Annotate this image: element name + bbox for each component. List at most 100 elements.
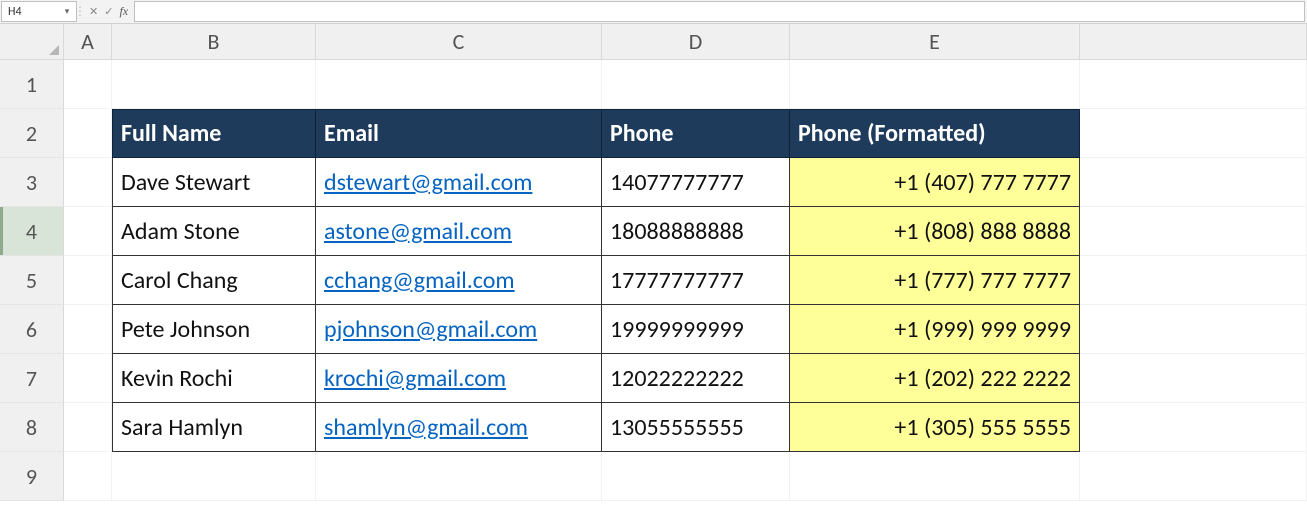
column-header-E[interactable]: E [790,24,1080,59]
chevron-down-icon[interactable]: ▾ [60,4,74,19]
col-label: E [929,28,940,55]
data-cell-phone[interactable]: 14077777777 [602,158,790,207]
data-cell-name[interactable]: Pete Johnson [112,305,316,354]
cell[interactable] [64,109,112,158]
cell[interactable] [316,60,602,109]
row-header[interactable]: 7 [0,354,64,403]
cell[interactable] [790,452,1080,501]
select-all-triangle[interactable] [0,24,64,59]
row-label: 7 [26,365,37,392]
cell[interactable] [1080,109,1307,158]
cell[interactable] [316,452,602,501]
data-cell-phone-formatted[interactable]: +1 (777) 777 7777 [790,256,1080,305]
row-label: 1 [26,71,37,98]
fx-icon[interactable]: fx [119,4,128,19]
data-cell-name[interactable]: Sara Hamlyn [112,403,316,452]
header-cell-name[interactable]: Full Name [112,109,316,158]
header-text: Phone (Formatted) [798,119,986,148]
data-cell-name[interactable]: Dave Stewart [112,158,316,207]
row-label: 9 [26,463,37,490]
col-label: A [81,28,94,55]
row-header[interactable]: 6 [0,305,64,354]
email-link[interactable]: shamlyn@gmail.com [324,413,528,442]
cell[interactable] [602,452,790,501]
cell[interactable] [602,60,790,109]
cell-text: +1 (999) 999 9999 [894,315,1071,344]
row-7: 7 Kevin Rochi krochi@gmail.com 120222222… [0,354,1307,403]
row-header[interactable]: 3 [0,158,64,207]
header-cell-email[interactable]: Email [316,109,602,158]
row-header-active[interactable]: 4 [0,207,64,256]
data-cell-phone[interactable]: 13055555555 [602,403,790,452]
cell-text: Sara Hamlyn [121,413,243,442]
cell[interactable] [1080,403,1307,452]
row-header[interactable]: 8 [0,403,64,452]
row-header[interactable]: 2 [0,109,64,158]
column-header-A[interactable]: A [64,24,112,59]
data-cell-phone[interactable]: 12022222222 [602,354,790,403]
data-cell-name[interactable]: Carol Chang [112,256,316,305]
row-header[interactable]: 9 [0,452,64,501]
cell[interactable] [1080,256,1307,305]
data-cell-phone-formatted[interactable]: +1 (305) 555 5555 [790,403,1080,452]
cell[interactable] [112,452,316,501]
column-header-D[interactable]: D [602,24,790,59]
formula-input[interactable] [134,1,1305,22]
cell-text: Dave Stewart [121,168,250,197]
cell[interactable] [1080,452,1307,501]
email-link[interactable]: dstewart@gmail.com [324,168,532,197]
cell[interactable] [1080,60,1307,109]
data-cell-email[interactable]: dstewart@gmail.com [316,158,602,207]
cell[interactable] [64,256,112,305]
cancel-icon[interactable]: ✕ [89,5,98,18]
header-text: Full Name [121,119,221,148]
cell[interactable] [112,60,316,109]
data-cell-email[interactable]: krochi@gmail.com [316,354,602,403]
cell[interactable] [64,158,112,207]
row-header[interactable]: 5 [0,256,64,305]
row-header[interactable]: 1 [0,60,64,109]
email-link[interactable]: pjohnson@gmail.com [324,315,537,344]
cell[interactable] [1080,305,1307,354]
column-header-B[interactable]: B [112,24,316,59]
data-cell-email[interactable]: cchang@gmail.com [316,256,602,305]
header-cell-phone[interactable]: Phone [602,109,790,158]
data-cell-phone-formatted[interactable]: +1 (808) 888 8888 [790,207,1080,256]
data-cell-phone-formatted[interactable]: +1 (999) 999 9999 [790,305,1080,354]
data-cell-phone-formatted[interactable]: +1 (407) 777 7777 [790,158,1080,207]
name-box[interactable]: H4 ▾ [1,1,77,22]
data-cell-email[interactable]: astone@gmail.com [316,207,602,256]
cell[interactable] [64,403,112,452]
cell[interactable] [64,452,112,501]
data-cell-email[interactable]: pjohnson@gmail.com [316,305,602,354]
cell[interactable] [1080,207,1307,256]
data-cell-phone[interactable]: 17777777777 [602,256,790,305]
email-link[interactable]: krochi@gmail.com [324,364,506,393]
data-cell-phone[interactable]: 19999999999 [602,305,790,354]
name-box-value: H4 [8,5,22,19]
cell[interactable] [790,60,1080,109]
data-cell-name[interactable]: Adam Stone [112,207,316,256]
cell[interactable] [64,354,112,403]
cell-text: 12022222222 [610,364,744,393]
data-cell-email[interactable]: shamlyn@gmail.com [316,403,602,452]
cell-text: +1 (777) 777 7777 [894,266,1071,295]
email-link[interactable]: astone@gmail.com [324,217,512,246]
row-9: 9 [0,452,1307,501]
formula-bar: H4 ▾ ⋮ ✕ ✓ fx [0,0,1307,24]
spreadsheet-grid: A B C D E 1 2 Full Name Email Phone Phon… [0,24,1307,501]
column-header-C[interactable]: C [316,24,602,59]
cell[interactable] [1080,354,1307,403]
header-cell-phone-formatted[interactable]: Phone (Formatted) [790,109,1080,158]
cell[interactable] [64,60,112,109]
cell[interactable] [64,207,112,256]
enter-icon[interactable]: ✓ [104,5,113,18]
cell-text: 13055555555 [610,413,744,442]
data-cell-phone[interactable]: 18088888888 [602,207,790,256]
column-header-blank[interactable] [1080,24,1307,59]
data-cell-name[interactable]: Kevin Rochi [112,354,316,403]
data-cell-phone-formatted[interactable]: +1 (202) 222 2222 [790,354,1080,403]
cell[interactable] [64,305,112,354]
email-link[interactable]: cchang@gmail.com [324,266,515,295]
cell[interactable] [1080,158,1307,207]
